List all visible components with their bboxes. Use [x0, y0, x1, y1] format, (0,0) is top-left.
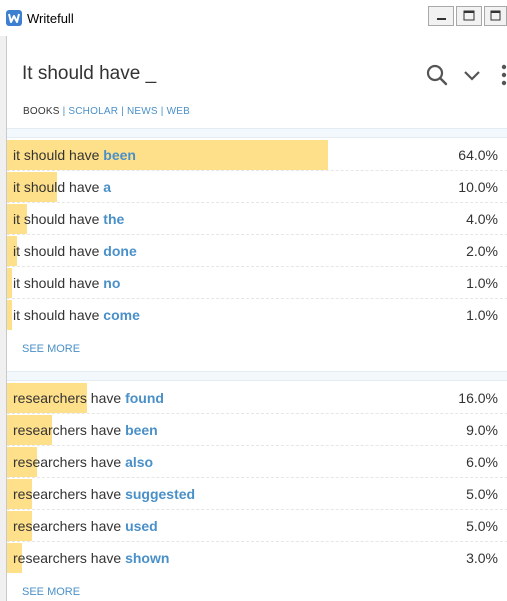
- result-percent: 10.0%: [458, 179, 498, 195]
- result-row[interactable]: it should have done 2.0%: [7, 235, 507, 267]
- results-panel: It should have _ BOOKS | SCHOLAR | NEWS | WEB …: [6, 36, 507, 601]
- more-vertical-icon[interactable]: [499, 63, 507, 87]
- source-tab-books[interactable]: BOOKS: [23, 106, 60, 117]
- restore-icon: [463, 10, 475, 21]
- result-row[interactable]: researchers have shown 3.0%: [7, 542, 507, 574]
- source-tab-web[interactable]: WEB: [167, 106, 190, 117]
- source-tab-news[interactable]: NEWS: [127, 106, 158, 117]
- result-phrase: researchers have been: [13, 422, 158, 438]
- result-row[interactable]: researchers have found 16.0%: [7, 382, 507, 414]
- result-phrase: it should have done: [13, 243, 137, 259]
- window-title: Writefull: [27, 11, 74, 26]
- result-percent: 2.0%: [466, 243, 498, 259]
- result-percent: 5.0%: [466, 486, 498, 502]
- section-divider: [7, 371, 507, 381]
- close-icon: [490, 10, 501, 21]
- see-more-link[interactable]: SEE MORE: [22, 343, 80, 355]
- result-phrase: researchers have suggested: [13, 486, 196, 502]
- result-phrase: it should have been: [13, 147, 136, 163]
- frequency-bar: [7, 300, 12, 330]
- result-row[interactable]: it should have been 64.0%: [7, 139, 507, 171]
- result-phrase: it should have the: [13, 211, 125, 227]
- result-phrase: it should have no: [13, 275, 121, 291]
- source-tab-scholar[interactable]: SCHOLAR: [68, 106, 118, 117]
- search-icon[interactable]: [425, 63, 449, 87]
- result-row[interactable]: it should have come 1.0%: [7, 299, 507, 331]
- result-row[interactable]: researchers have also 6.0%: [7, 446, 507, 478]
- query-input[interactable]: It should have _: [22, 63, 156, 85]
- result-percent: 64.0%: [458, 147, 498, 163]
- result-percent: 3.0%: [466, 550, 498, 566]
- title-bar: Writefull: [0, 0, 507, 36]
- result-percent: 1.0%: [466, 275, 498, 291]
- result-percent: 4.0%: [466, 211, 498, 227]
- restore-button[interactable]: [456, 6, 482, 26]
- result-percent: 1.0%: [466, 307, 498, 323]
- result-phrase: researchers have also: [13, 454, 154, 470]
- minimize-icon: [437, 18, 446, 20]
- see-more-link[interactable]: SEE MORE: [22, 586, 80, 598]
- result-percent: 6.0%: [466, 454, 498, 470]
- result-phrase: researchers have found: [13, 390, 164, 406]
- result-percent: 16.0%: [458, 390, 498, 406]
- source-tabs: BOOKS | SCHOLAR | NEWS | WEB: [23, 106, 190, 117]
- result-row[interactable]: it should have the 4.0%: [7, 203, 507, 235]
- source-separator: |: [121, 106, 124, 117]
- frequency-bar: [7, 268, 12, 298]
- result-row[interactable]: it should have no 1.0%: [7, 267, 507, 299]
- result-row[interactable]: researchers have used 5.0%: [7, 510, 507, 542]
- chevron-down-icon[interactable]: [462, 67, 482, 83]
- result-percent: 5.0%: [466, 518, 498, 534]
- result-phrase: researchers have shown: [13, 550, 170, 566]
- result-phrase: it should have come: [13, 307, 140, 323]
- result-phrase: researchers have used: [13, 518, 158, 534]
- close-button[interactable]: [484, 6, 507, 26]
- result-row[interactable]: it should have a 10.0%: [7, 171, 507, 203]
- result-row[interactable]: researchers have suggested 5.0%: [7, 478, 507, 510]
- source-separator: |: [62, 106, 66, 117]
- result-phrase: it should have a: [13, 179, 112, 195]
- writefull-logo-icon: [6, 10, 22, 26]
- source-separator: |: [160, 106, 164, 117]
- section-divider: [7, 128, 507, 138]
- minimize-button[interactable]: [428, 6, 454, 26]
- result-percent: 9.0%: [466, 422, 498, 438]
- result-row[interactable]: researchers have been 9.0%: [7, 414, 507, 446]
